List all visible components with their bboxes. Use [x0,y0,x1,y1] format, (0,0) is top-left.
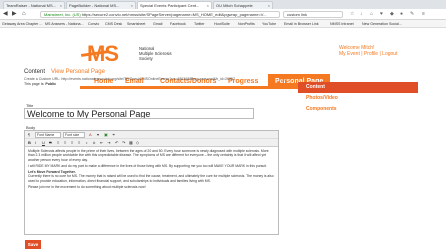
bookmark-item[interactable]: Gmail [153,21,162,27]
body-paragraph: Please join me in the movement to do som… [28,185,146,190]
bg-color-icon[interactable]: ▾ [97,132,99,138]
sidebar-item-photos-video[interactable]: Photos/Video [298,93,418,104]
image-icon[interactable]: ▣ [104,132,108,138]
table-icon[interactable]: ▦ [129,140,133,146]
bookmark-item[interactable]: YouTube [262,21,276,27]
tools-icon[interactable]: ✎ [410,11,414,17]
visibility-value: Public [45,82,57,86]
tab-label: TeamRaiser - National MS... [6,3,57,8]
content-heading: Content [24,69,46,75]
home-icon[interactable]: ⌂ [22,11,26,17]
styles-icon[interactable]: ¶ [28,132,30,138]
bookmark-item[interactable]: HootSuite [214,21,230,27]
logo-name: National Multiple Sclerosis Society [139,46,172,61]
body-paragraph: Currently there is no cure for MS. The m… [28,174,274,183]
link-icon[interactable]: ⚭ [112,132,115,138]
tab-label: PageBuilder - National MS... [69,3,120,8]
rich-text-editor[interactable]: ¶ Font Name Font size A ▾ ▣ ⚭ B I U S ≡ … [24,130,279,235]
close-icon[interactable]: × [60,2,62,9]
view-personal-page-link[interactable]: View Personal Page [51,69,105,75]
bookmark-item[interactable]: Facebook [170,21,186,27]
share-icon[interactable]: ♥ [380,11,383,17]
download-icon[interactable]: ↓ [360,11,363,17]
close-icon[interactable]: × [268,2,270,9]
body-paragraph: Multiple Sclerosis affects people in the… [28,149,269,162]
bookmark-item[interactable]: Twitter [194,21,205,27]
font-size-select[interactable]: Font size [63,132,85,138]
addon-icon[interactable]: ● [400,11,403,17]
italic-icon[interactable]: I [35,140,36,146]
ms-logo[interactable]: MS National Multiple Sclerosis Society [80,43,172,65]
browser-tab[interactable]: PageBuilder - National MS... × [66,1,136,9]
align-center-icon[interactable]: ≡ [64,140,66,146]
close-icon[interactable]: × [131,2,133,9]
back-icon[interactable]: ◀ [3,11,8,17]
browser-tab-active[interactable]: Special Events Participant Cent... × [137,1,212,9]
edit-url-link[interactable]: Edit [279,77,286,82]
url-bar[interactable]: Mainstreet, Inc. (US) https://secure2.co… [40,11,280,18]
align-left-icon[interactable]: ≡ [57,140,59,146]
outdent-icon[interactable]: ⇤ [100,140,103,146]
font-name-select[interactable]: Font Name [35,132,61,138]
bookmark-item[interactable]: CMS Desk [105,21,122,27]
redo-icon[interactable]: ↷ [122,140,125,146]
bookmark-item[interactable]: Email in Browser Link [284,21,319,27]
undo-icon[interactable]: ↶ [115,140,118,146]
bookmark-item[interactable]: Getaway Area Chapter ... [2,21,42,27]
forward-icon[interactable]: ▶ [12,11,17,17]
sidebar: Content Photos/Video Components [298,82,418,115]
web-page: MS National Multiple Sclerosis Society W… [0,28,446,249]
tab-label: OU Mitch Schappele [216,3,253,8]
visibility-label: This page is: [24,82,45,86]
strikethrough-icon[interactable]: S [49,140,52,146]
body-paragraph: I will RIDE MY MARK and do my part to ma… [28,163,267,168]
bookmark-item[interactable]: NonProfits [238,21,255,27]
browser-tab[interactable]: OU Mitch Schappele × [213,1,273,9]
source-icon[interactable]: ◇ [136,140,139,146]
logo-name-line: Society [139,56,153,61]
underline-icon[interactable]: U [42,140,45,146]
editor-toolbar-row: ¶ Font Name Font size A ▾ ▣ ⚭ [25,131,278,139]
title-input[interactable]: Welcome to My Personal Page [24,108,254,119]
secure-lock-label: Mainstreet, Inc. (US) [44,12,81,17]
sidebar-item-content[interactable]: Content [298,82,418,93]
browser-toolbar: ◀ ▶ ⌂ Mainstreet, Inc. (US) https://secu… [0,9,446,20]
bookmark-item[interactable]: NMSS Intranet [330,21,354,27]
bold-icon[interactable]: B [28,140,31,146]
justify-icon[interactable]: ≡ [78,140,80,146]
bullet-list-icon[interactable]: • [86,140,87,146]
browser-tab-bar: TeamRaiser - National MS... × PageBuilder… [0,0,446,9]
menu-icon[interactable]: ≡ [422,11,425,17]
numbered-list-icon[interactable]: # [93,140,95,146]
close-icon[interactable]: × [207,2,209,9]
account-links[interactable]: My Event | Profile | Logout [339,51,397,57]
indent-icon[interactable]: ⇥ [107,140,110,146]
url-text: https://secure2.convio.net/nmss/site/SPa… [81,12,267,17]
sidebar-item-components[interactable]: Components [298,104,418,115]
bookmark-item[interactable]: Convio [88,21,99,27]
tab-label: Special Events Participant Cent... [140,3,200,8]
bookmark-star-icon[interactable]: ☆ [350,11,354,17]
browser-tab[interactable]: TeamRaiser - National MS... × [3,1,65,9]
extension-icon[interactable]: ◆ [390,11,394,17]
save-button[interactable]: Save [25,240,41,249]
bookmark-item[interactable]: MS Answers - Nationa... [45,21,84,27]
editor-body[interactable]: Multiple Sclerosis affects people in the… [28,149,276,191]
search-input[interactable]: custom link [283,11,343,18]
welcome-block: Welcome Mitch! My Event | Profile | Logo… [339,45,397,57]
home-button-icon[interactable]: ⌂ [370,11,373,17]
align-right-icon[interactable]: ≡ [71,140,73,146]
editor-formatting-row: B I U S ≡ ≡ ≡ ≡ • # ⇤ ⇥ ↶ ↷ ▦ ◇ [25,139,278,147]
bookmark-item[interactable]: Smartsheet [127,21,145,27]
text-color-icon[interactable]: A [89,132,92,138]
bookmark-item[interactable]: New Generation Social... [362,21,402,27]
bookmarks-bar: Getaway Area Chapter ... MS Answers - Na… [0,20,446,28]
